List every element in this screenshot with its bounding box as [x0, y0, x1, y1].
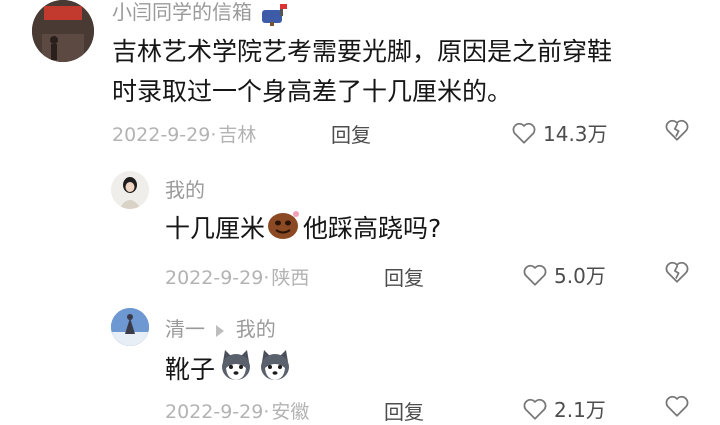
heart-icon [511, 121, 537, 145]
commenter-name[interactable]: 小闫同学的信箱 [112, 0, 288, 26]
dislike-icon[interactable] [664, 394, 690, 418]
comment-text: 靴子 [165, 348, 293, 394]
meta-separator: · [263, 267, 270, 289]
comment-text-line: 时录取过一个身高差了十几厘米的。 [112, 77, 513, 106]
like-count: 5.0万 [554, 264, 606, 288]
comment-text: 十几厘米 他踩高跷吗? [165, 208, 441, 252]
like-button[interactable]: 2.1万 [522, 394, 606, 423]
meta-separator: · [263, 401, 270, 423]
husky-emoji-icon [219, 348, 253, 394]
comment-text-line: 吉林艺术学院艺考需要光脚，原因是之前穿鞋 [112, 37, 613, 66]
heart-icon [522, 397, 548, 421]
commenter-name[interactable]: 清一 [165, 317, 205, 341]
comment-location: 陕西 [271, 267, 310, 289]
avatar-commenter-3[interactable] [111, 308, 149, 346]
dislike-icon[interactable] [664, 118, 690, 142]
smiley-emoji-icon [266, 208, 302, 252]
comment-meta: 2022-9-29· 陕西 [165, 263, 309, 290]
reply-button[interactable]: 回复 [384, 396, 424, 425]
reply-to-name[interactable]: 我的 [236, 317, 276, 341]
reply-button[interactable]: 回复 [331, 119, 371, 148]
mailbox-icon [258, 2, 288, 26]
avatar-commenter-2[interactable] [111, 171, 149, 209]
comment-location: 吉林 [218, 124, 257, 146]
avatar-commenter-1[interactable] [32, 0, 94, 62]
commenter-name-row: 清一 我的 [165, 313, 276, 342]
heart-icon [522, 263, 548, 287]
dislike-icon[interactable] [664, 260, 690, 284]
like-count: 14.3万 [543, 122, 608, 146]
comment-date: 2022-9-29 [165, 401, 264, 423]
husky-emoji-icon [258, 348, 292, 394]
comment-location: 安徽 [271, 401, 310, 423]
commenter-name[interactable]: 我的 [165, 174, 205, 203]
like-count: 2.1万 [554, 398, 606, 422]
like-button[interactable]: 14.3万 [511, 118, 608, 147]
comment-meta: 2022-9-29· 吉林 [112, 120, 256, 147]
reply-button[interactable]: 回复 [384, 262, 424, 291]
comment-meta: 2022-9-29· 安徽 [165, 397, 309, 424]
meta-separator: · [210, 124, 217, 146]
comment-date: 2022-9-29 [112, 124, 211, 146]
comment-date: 2022-9-29 [165, 267, 264, 289]
like-button[interactable]: 5.0万 [522, 260, 606, 289]
reply-arrow-icon [214, 324, 226, 338]
